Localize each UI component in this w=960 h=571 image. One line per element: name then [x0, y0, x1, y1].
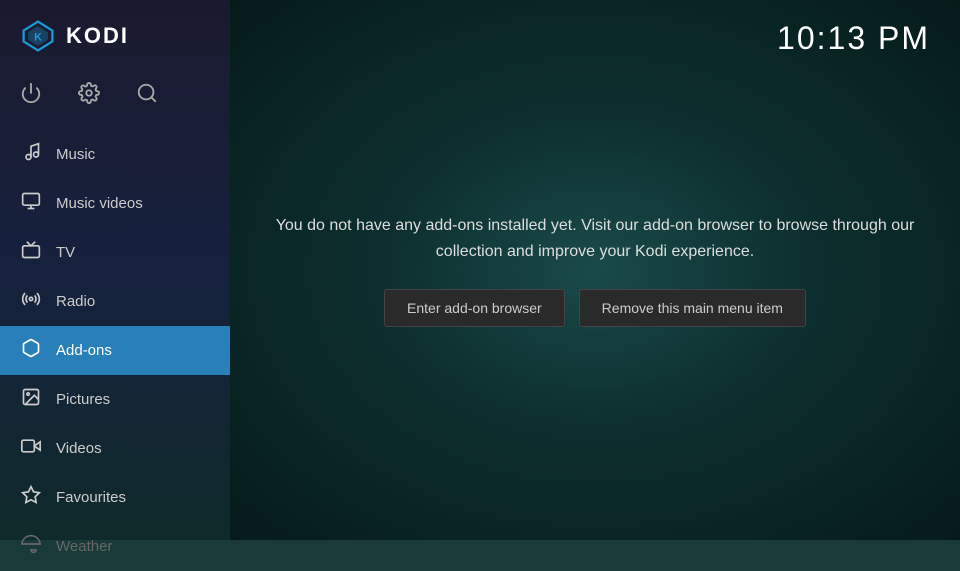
nav-menu: Music Music videos TV [0, 130, 230, 571]
sidebar-item-music[interactable]: Music [0, 130, 230, 179]
sidebar: K KODI [0, 0, 230, 540]
power-icon[interactable] [20, 82, 42, 110]
pictures-icon [20, 387, 42, 412]
sidebar-item-favourites[interactable]: Favourites [0, 473, 230, 522]
favourites-icon [20, 485, 42, 510]
sidebar-item-addons-label: Add-ons [56, 342, 112, 359]
videos-icon [20, 436, 42, 461]
radio-icon [20, 289, 42, 314]
sidebar-item-tv-label: TV [56, 244, 75, 261]
action-buttons: Enter add-on browser Remove this main me… [384, 289, 806, 327]
time-display: 10:13 PM [777, 20, 930, 57]
sidebar-item-favourites-label: Favourites [56, 489, 126, 506]
settings-icon[interactable] [78, 82, 100, 110]
svg-text:K: K [34, 32, 42, 44]
sidebar-item-pictures[interactable]: Pictures [0, 375, 230, 424]
music-videos-icon [20, 191, 42, 216]
sidebar-item-music-label: Music [56, 146, 95, 163]
sidebar-item-weather[interactable]: Weather [0, 522, 230, 571]
weather-icon [20, 534, 42, 559]
sidebar-item-music-videos-label: Music videos [56, 195, 143, 212]
sidebar-item-radio[interactable]: Radio [0, 277, 230, 326]
main-content: 10:13 PM You do not have any add-ons ins… [230, 0, 960, 540]
sidebar-item-weather-label: Weather [56, 538, 112, 555]
sidebar-item-pictures-label: Pictures [56, 391, 110, 408]
remove-menu-item-button[interactable]: Remove this main menu item [579, 289, 806, 327]
sidebar-item-addons[interactable]: Add-ons [0, 326, 230, 375]
tv-icon [20, 240, 42, 265]
sidebar-item-tv[interactable]: TV [0, 228, 230, 277]
kodi-logo-icon: K [20, 18, 56, 54]
sidebar-item-music-videos[interactable]: Music videos [0, 179, 230, 228]
search-icon[interactable] [136, 82, 158, 110]
addons-icon [20, 338, 42, 363]
sidebar-header: K KODI [0, 0, 230, 72]
sidebar-item-radio-label: Radio [56, 293, 95, 310]
music-icon [20, 142, 42, 167]
app-title: KODI [66, 23, 129, 49]
enter-addon-browser-button[interactable]: Enter add-on browser [384, 289, 565, 327]
content-area: You do not have any add-ons installed ye… [255, 193, 935, 346]
sidebar-item-videos-label: Videos [56, 440, 102, 457]
info-text: You do not have any add-ons installed ye… [275, 213, 915, 264]
sidebar-item-videos[interactable]: Videos [0, 424, 230, 473]
sidebar-actions-bar [0, 72, 230, 120]
